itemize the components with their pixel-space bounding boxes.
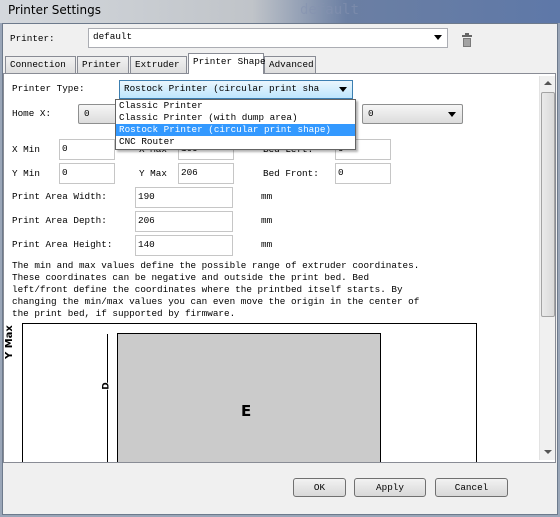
scroll-up-icon[interactable] [544, 81, 552, 85]
description-text: The min and max values define the possib… [12, 260, 420, 319]
printer-label: Printer: [10, 33, 55, 44]
y-max-axis-label: Y Max [4, 325, 15, 359]
depth-input[interactable]: 206 [135, 211, 233, 232]
trash-icon[interactable] [461, 33, 473, 47]
printer-type-dropdown: Classic Printer Classic Printer (with du… [115, 99, 356, 150]
width-input[interactable]: 190 [135, 187, 233, 208]
option-rostock[interactable]: Rostock Printer (circular print shape) [116, 124, 355, 136]
scroll-down-icon[interactable] [544, 450, 552, 454]
home-y-value: 0 [368, 108, 374, 119]
shape-diagram: D E [22, 323, 477, 462]
bed-front-label: Bed Front: [263, 168, 319, 179]
printer-select[interactable]: default [88, 28, 448, 48]
option-classic-dump[interactable]: Classic Printer (with dump area) [116, 112, 355, 124]
extruder-area-label: E [241, 402, 252, 420]
printer-type-value: Rostock Printer (circular print sha [124, 83, 320, 94]
home-y-select[interactable]: 0 [362, 104, 463, 124]
width-label: Print Area Width: [12, 191, 107, 202]
chevron-down-icon [434, 35, 442, 40]
apply-button[interactable]: Apply [354, 478, 426, 497]
depth-unit: mm [261, 215, 273, 226]
home-x-label: Home X: [12, 108, 52, 119]
height-unit: mm [261, 239, 273, 250]
chevron-down-icon [448, 112, 456, 117]
depth-dimension-line [107, 334, 108, 462]
option-classic-printer[interactable]: Classic Printer [116, 100, 355, 112]
y-max-input[interactable]: 206 [178, 163, 234, 184]
width-unit: mm [261, 191, 273, 202]
background-window-text: default [300, 2, 360, 18]
printer-shape-panel: Printer Type: Rostock Printer (circular … [3, 73, 556, 463]
title-bar: Printer Settings default [0, 0, 560, 23]
option-cnc-router[interactable]: CNC Router [116, 136, 355, 148]
y-min-input[interactable]: 0 [59, 163, 115, 184]
scrollbar-thumb[interactable] [541, 92, 555, 317]
tab-connection[interactable]: Connection [5, 56, 76, 74]
cancel-button[interactable]: Cancel [435, 478, 508, 497]
tab-printer[interactable]: Printer [77, 56, 129, 74]
vertical-scrollbar[interactable] [539, 76, 555, 460]
height-label: Print Area Height: [12, 239, 113, 250]
height-input[interactable]: 140 [135, 235, 233, 256]
depth-label: Print Area Depth: [12, 215, 107, 226]
tab-advanced[interactable]: Advanced [264, 56, 316, 74]
bed-front-input[interactable]: 0 [335, 163, 391, 184]
tab-extruder[interactable]: Extruder [130, 56, 187, 74]
window-title: Printer Settings [8, 3, 101, 17]
x-min-input[interactable]: 0 [59, 139, 115, 160]
home-x-value: 0 [84, 108, 90, 119]
print-area: E [117, 333, 381, 462]
printer-value: default [93, 31, 133, 42]
depth-label: D [101, 382, 112, 390]
printer-type-select[interactable]: Rostock Printer (circular print sha [119, 80, 353, 99]
printer-type-label: Printer Type: [12, 83, 85, 94]
y-min-label: Y Min [12, 168, 40, 179]
tab-printer-shape[interactable]: Printer Shape [188, 53, 266, 74]
x-min-label: X Min [12, 144, 40, 155]
y-max-label: Y Max [139, 168, 167, 179]
ok-button[interactable]: OK [293, 478, 346, 497]
chevron-down-icon [339, 87, 347, 92]
